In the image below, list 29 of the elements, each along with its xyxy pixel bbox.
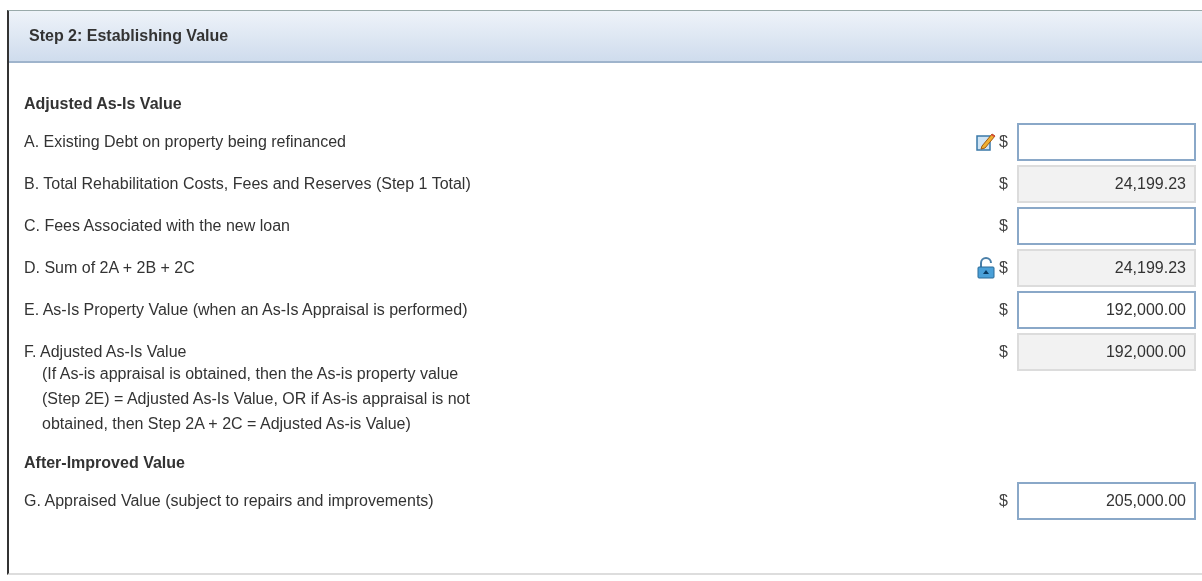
amount-field[interactable]: 24,199.23 bbox=[1017, 249, 1196, 287]
edit-pencil-icon[interactable] bbox=[976, 132, 996, 152]
currency-symbol: $ bbox=[999, 343, 1009, 361]
section-title: Adjusted As-Is Value bbox=[24, 94, 183, 114]
field-label: F. Adjusted As-Is Value bbox=[24, 343, 188, 361]
amount-field[interactable] bbox=[1017, 207, 1196, 245]
amount-field[interactable]: 24,199.23 bbox=[1017, 165, 1196, 203]
currency-symbol: $ bbox=[999, 133, 1009, 151]
panel-title: Step 2: Establishing Value bbox=[9, 11, 1202, 63]
amount-field[interactable] bbox=[1017, 123, 1196, 161]
amount-field[interactable]: 192,000.00 bbox=[1017, 291, 1196, 329]
amount-field[interactable]: 192,000.00 bbox=[1017, 333, 1196, 371]
field-label: C. Fees Associated with the new loan bbox=[24, 217, 291, 235]
field-label: E. As-Is Property Value (when an As-Is Appraisal is performed) bbox=[24, 301, 469, 319]
amount-field[interactable]: 205,000.00 bbox=[1017, 482, 1196, 520]
field-note: obtained, then Step 2A + 2C = Adjusted As-is Value) bbox=[41, 414, 411, 434]
field-label: D. Sum of 2A + 2B + 2C bbox=[24, 259, 196, 277]
field-label: G. Appraised Value (subject to repairs and improvements) bbox=[24, 492, 435, 510]
field-label: A. Existing Debt on property being refinanced bbox=[24, 133, 347, 151]
currency-symbol: $ bbox=[999, 175, 1009, 193]
currency-symbol: $ bbox=[999, 492, 1009, 510]
unlocked-padlock-icon[interactable] bbox=[977, 257, 995, 279]
field-note: (Step 2E) = Adjusted As-Is Value, OR if As-is appraisal is not bbox=[41, 389, 470, 409]
currency-symbol: $ bbox=[999, 301, 1009, 319]
field-label: B. Total Rehabilitation Costs, Fees and Reserves (Step 1 Total) bbox=[24, 175, 472, 193]
currency-symbol: $ bbox=[999, 217, 1009, 235]
field-note: (If As-is appraisal is obtained, then the As-is property value bbox=[41, 364, 459, 384]
section-title: After-Improved Value bbox=[24, 453, 186, 473]
currency-symbol: $ bbox=[999, 259, 1009, 277]
